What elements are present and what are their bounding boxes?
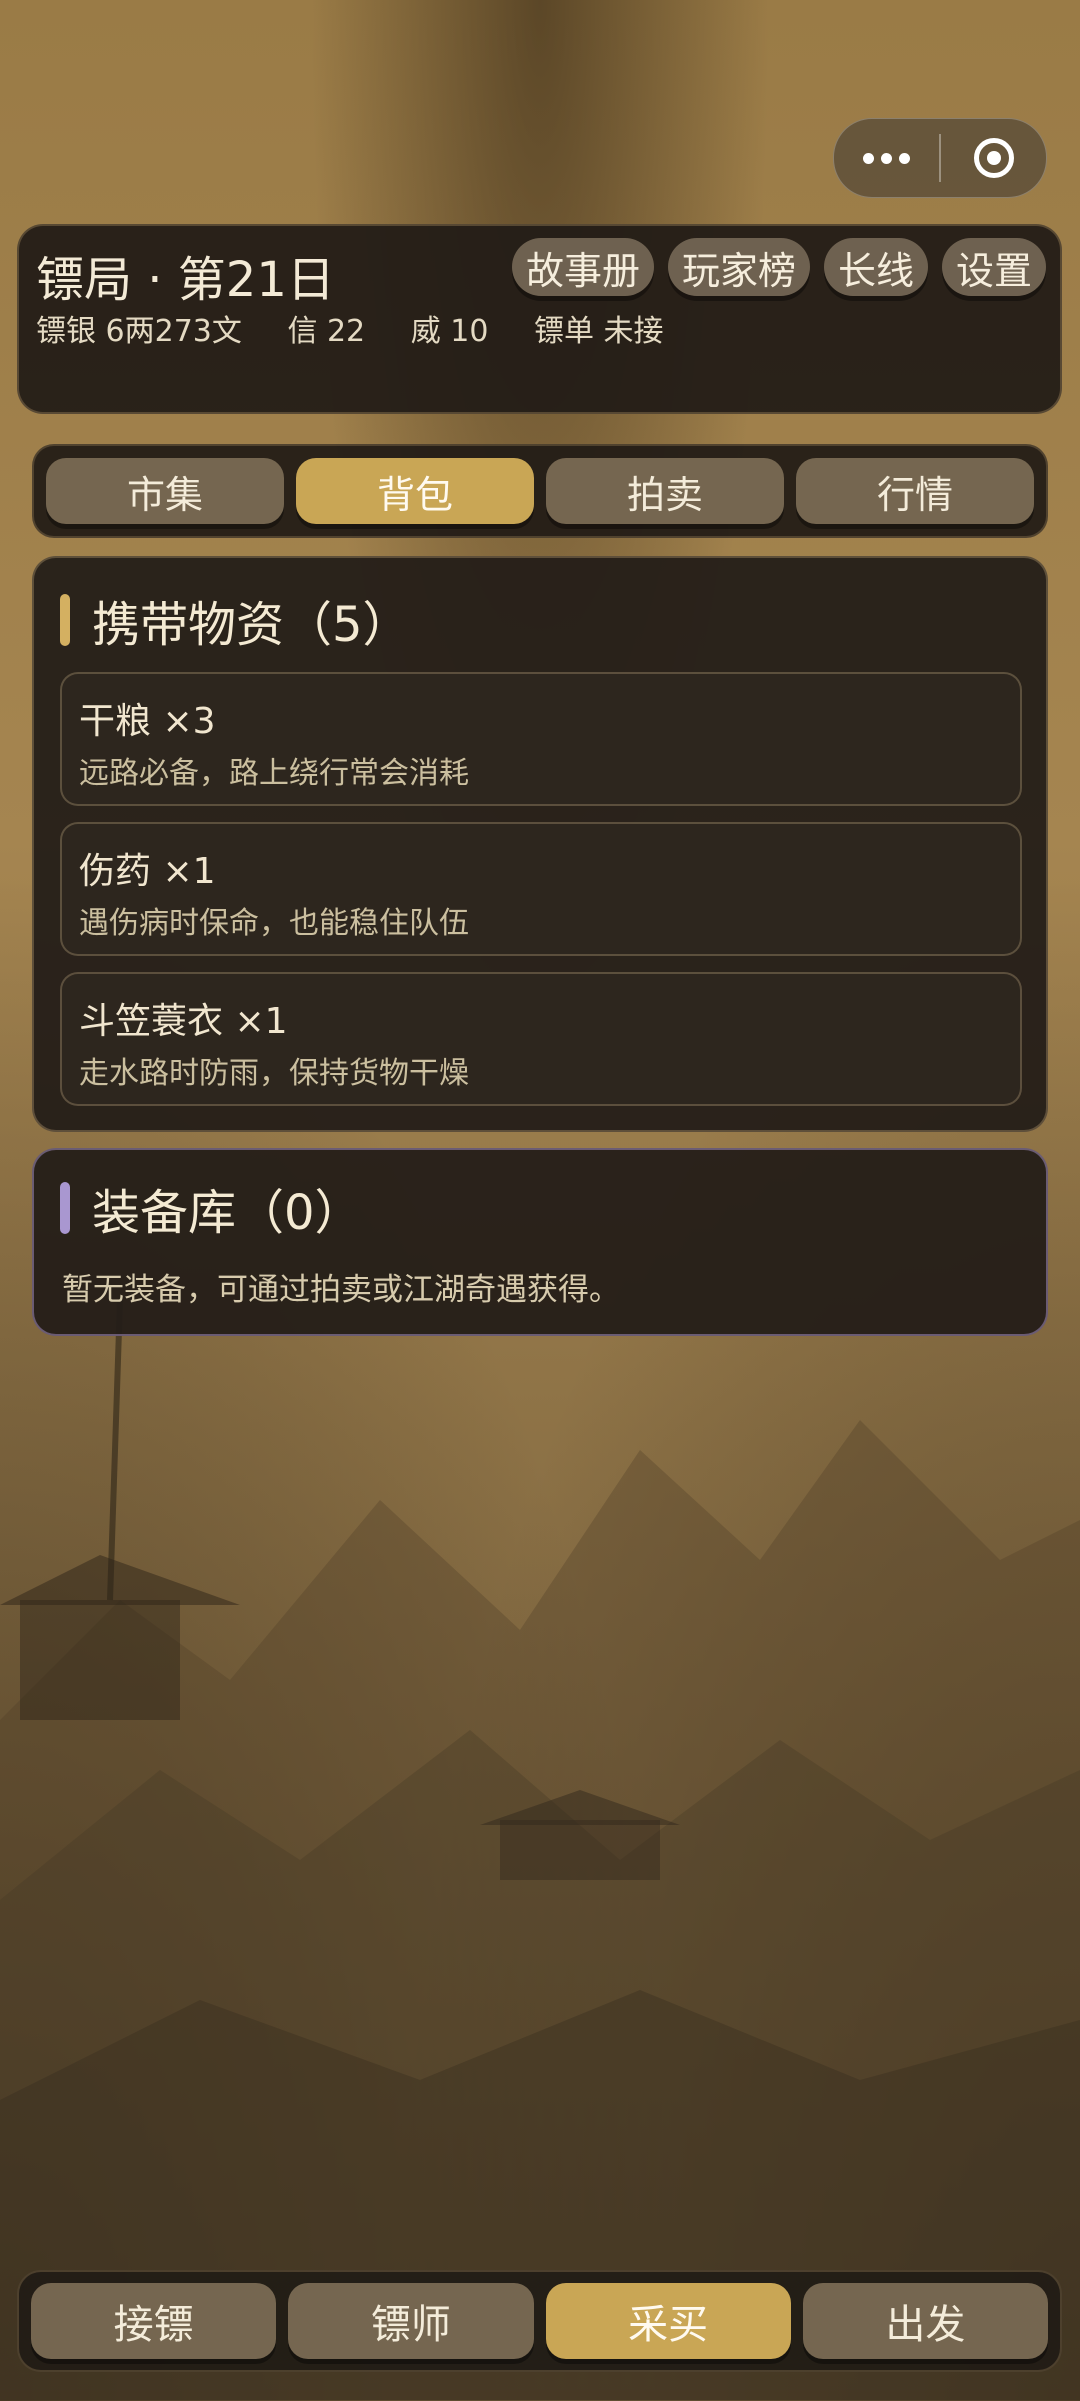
miniprogram-capsule [833,118,1047,198]
item-description: 遇伤病时保命，也能稳住队伍 [79,906,469,941]
status-stats: 镖银 6两273文 信 22 威 10 镖单 未接 [36,306,700,350]
tab-backpack[interactable]: 背包 [296,458,534,524]
item-name: 斗笠蓑衣 ×1 [79,1001,288,1042]
main-tabs: 市集 背包 拍卖 行情 [32,444,1048,538]
inventory-title: 携带物资（5） [92,597,411,653]
section-accent-bar [60,594,70,646]
depart-button[interactable]: 出发 [802,2283,1048,2359]
tab-prices[interactable]: 行情 [796,458,1034,524]
purchase-button[interactable]: 采买 [545,2283,791,2359]
order-stat: 镖单 未接 [533,314,664,349]
close-miniprogram-button[interactable] [941,119,1046,197]
silver-stat: 镖银 6两273文 [36,314,242,349]
long-route-button[interactable]: 长线 [823,238,928,296]
storybook-button[interactable]: 故事册 [511,238,654,296]
more-dots-icon [863,152,910,164]
item-name: 干粮 ×3 [79,701,216,742]
inventory-panel: 携带物资（5） 干粮 ×3 远路必备，路上绕行常会消耗 伤药 ×1 遇伤病时保命… [32,556,1048,1132]
escorts-button[interactable]: 镖师 [288,2283,534,2359]
bottom-nav: 接镖 镖师 采买 出发 [17,2270,1062,2372]
item-name: 伤药 ×1 [79,851,216,892]
status-header: 镖局 · 第21日 镖银 6两273文 信 22 威 10 镖单 未接 故事册 … [17,224,1062,414]
prestige-stat: 威 10 [410,314,489,349]
list-item[interactable]: 伤药 ×1 遇伤病时保命，也能稳住队伍 [60,822,1022,956]
header-actions: 故事册 玩家榜 长线 设置 [511,238,1046,296]
page-title: 镖局 · 第21日 [36,252,335,308]
more-menu-button[interactable] [834,119,939,197]
equipment-panel: 装备库（0） 暂无装备，可通过拍卖或江湖奇遇获得。 [32,1148,1048,1336]
section-accent-bar [60,1182,70,1234]
accept-escort-button[interactable]: 接镖 [31,2283,277,2359]
item-description: 走水路时防雨，保持货物干燥 [79,1056,469,1091]
equipment-empty-text: 暂无装备，可通过拍卖或江湖奇遇获得。 [62,1272,620,1308]
list-item[interactable]: 干粮 ×3 远路必备，路上绕行常会消耗 [60,672,1022,806]
tab-market[interactable]: 市集 [46,458,284,524]
equipment-title: 装备库（0） [92,1185,363,1241]
list-item[interactable]: 斗笠蓑衣 ×1 走水路时防雨，保持货物干燥 [60,972,1022,1106]
item-description: 远路必备，路上绕行常会消耗 [79,756,469,791]
leaderboard-button[interactable]: 玩家榜 [667,238,810,296]
tab-auction[interactable]: 拍卖 [546,458,784,524]
trust-stat: 信 22 [287,314,366,349]
settings-button[interactable]: 设置 [941,238,1046,296]
mountain-landscape-illustration [0,1300,1080,2400]
inventory-heading: 携带物资（5） [60,592,411,653]
equipment-heading: 装备库（0） [60,1180,363,1241]
target-close-icon [973,138,1014,178]
